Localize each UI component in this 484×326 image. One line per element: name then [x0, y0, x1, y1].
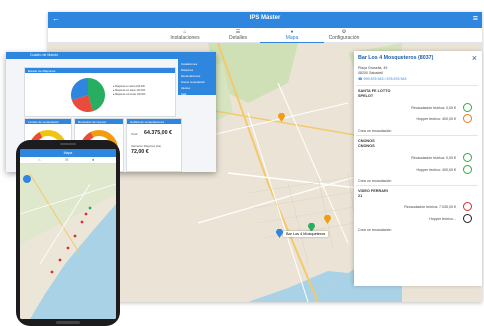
phone-speaker: [60, 143, 76, 145]
progress-ring-icon: [463, 202, 472, 211]
dashboard-title: Cuadro de Mando: [30, 53, 59, 57]
tab-label: Mapa: [285, 35, 299, 41]
dashboard-side-menu: Instalaciones Máquinas Recaudaciones Nue…: [178, 52, 216, 97]
machine-subname: CNONOS: [358, 144, 375, 148]
avg-value: 72,00 €: [131, 149, 149, 155]
divider: [356, 185, 478, 186]
create-collection-link[interactable]: Crea un recaudación: [358, 179, 391, 183]
address-line: 08200 Sabadell: [358, 71, 383, 75]
create-collection-link[interactable]: Crea un recaudación: [358, 129, 391, 133]
orange-map-pin-icon[interactable]: [278, 113, 285, 122]
machine-status-card: Estado de Máquinas ■ Máquinas en alerta …: [24, 67, 176, 117]
machine-subname: 21: [358, 194, 363, 198]
machine-stat-row: Recaudación teórica: 0,00 €: [358, 103, 476, 112]
stat-label: Recaudación teórica: 0,00 €: [411, 106, 456, 110]
progress-ring-icon: [463, 103, 472, 112]
top-bar: ← IPS Máster ≡: [48, 12, 482, 28]
close-icon[interactable]: ×: [472, 53, 477, 63]
total-value: 64.375,00 €: [144, 130, 172, 136]
create-collection-link[interactable]: Crea un recaudación: [358, 228, 391, 232]
blue-map-pin-icon[interactable]: [276, 229, 283, 238]
stat-label: Recaudación teórica: 7.035,00 €: [404, 205, 456, 209]
stat-label: Recaudación teórica: 0,00 €: [411, 156, 456, 160]
machine-stat-row: Recaudación teórica: 0,00 €: [358, 153, 476, 162]
orange-map-pin-icon[interactable]: [324, 215, 331, 224]
hamburger-menu-icon[interactable]: ≡: [473, 13, 478, 23]
total-label: Total: [131, 132, 138, 136]
collections-summary-card: Gráfica de recaudaciones Total 64.375,00…: [126, 118, 182, 172]
machine-stat-row: Recaudación teórica: 7.035,00 €: [358, 202, 476, 211]
home-icon[interactable]: ⌂: [38, 157, 40, 162]
map-popup-label[interactable]: Bar Los 4 Mosqueteros: [283, 231, 329, 237]
phone-home-bar: [56, 321, 80, 324]
phone-device: Mapa ⌂ ☰ ●: [16, 140, 120, 326]
tab-label: Detalles: [228, 35, 248, 41]
phone-numbers-text: 999 876 543 / 678 876 543: [363, 77, 407, 81]
tab-label: Instalaciones: [170, 35, 200, 41]
stat-label: Hopper teórico: 400,00 €: [416, 117, 456, 121]
app-title: IPS Máster: [249, 15, 281, 21]
divider: [356, 85, 478, 86]
machine-name: SANTA FE LOTTO: [358, 89, 391, 93]
map-pin-icon[interactable]: ●: [92, 157, 94, 162]
side-menu-item[interactable]: Salir: [181, 91, 205, 97]
stat-label: Hopper teórico: 400,00 €: [416, 168, 456, 172]
card-title: Recaudos de Hopper: [78, 119, 107, 124]
phone-title: Mapa: [63, 151, 73, 155]
machine-name: VIDEO FERRARI: [358, 189, 388, 193]
phone-icon: ☎: [358, 77, 363, 81]
machine-stat-row: Hopper teórico: -: [358, 214, 476, 223]
installation-title: Bar Los 4 Mosqueteros (8037): [358, 55, 434, 61]
card-title: Gráfica de recaudaciones: [130, 119, 165, 124]
phone-top-bar: Mapa: [20, 149, 116, 157]
stat-label: Hopper teórico: -: [429, 217, 456, 221]
list-icon[interactable]: ☰: [65, 157, 69, 162]
phone-numbers[interactable]: ☎ 999 876 543 / 678 876 543: [358, 77, 406, 81]
progress-ring-icon: [463, 165, 472, 174]
machine-name: CNONOS: [358, 139, 375, 143]
tab-label: Configuración: [328, 35, 360, 41]
machine-status-pie: [71, 78, 105, 112]
progress-ring-icon: [463, 214, 472, 223]
phone-tab-bar: ⌂ ☰ ●: [20, 157, 116, 164]
card-title: Límites de recaudación: [28, 119, 60, 124]
progress-ring-icon: [463, 114, 472, 123]
machine-subname: SPELOT: [358, 94, 374, 98]
tab-bar: ⌂ Instalaciones ☰ Detalles ● Mapa ⚙ Conf…: [48, 28, 482, 44]
avg-label: Valoración Máquinas (día): [131, 145, 162, 148]
machine-stat-row: Hopper teórico: 400,00 €: [358, 165, 476, 174]
phone-screen: Mapa ⌂ ☰ ●: [20, 149, 116, 319]
phone-map[interactable]: [20, 164, 116, 319]
machine-stat-row: Hopper teórico: 400,00 €: [358, 114, 476, 123]
address-line: Plaça Grosella, 49: [358, 66, 388, 70]
card-title: Estado de Máquinas: [28, 68, 56, 73]
installation-detail-panel: Bar Los 4 Mosqueteros (8037) × Plaça Gro…: [354, 51, 482, 286]
divider: [356, 135, 478, 136]
legend-item: ■ Máquinas correctas 100.000: [113, 93, 146, 96]
tab-configuracion[interactable]: ⚙ Configuración: [312, 28, 376, 42]
progress-ring-icon: [463, 153, 472, 162]
